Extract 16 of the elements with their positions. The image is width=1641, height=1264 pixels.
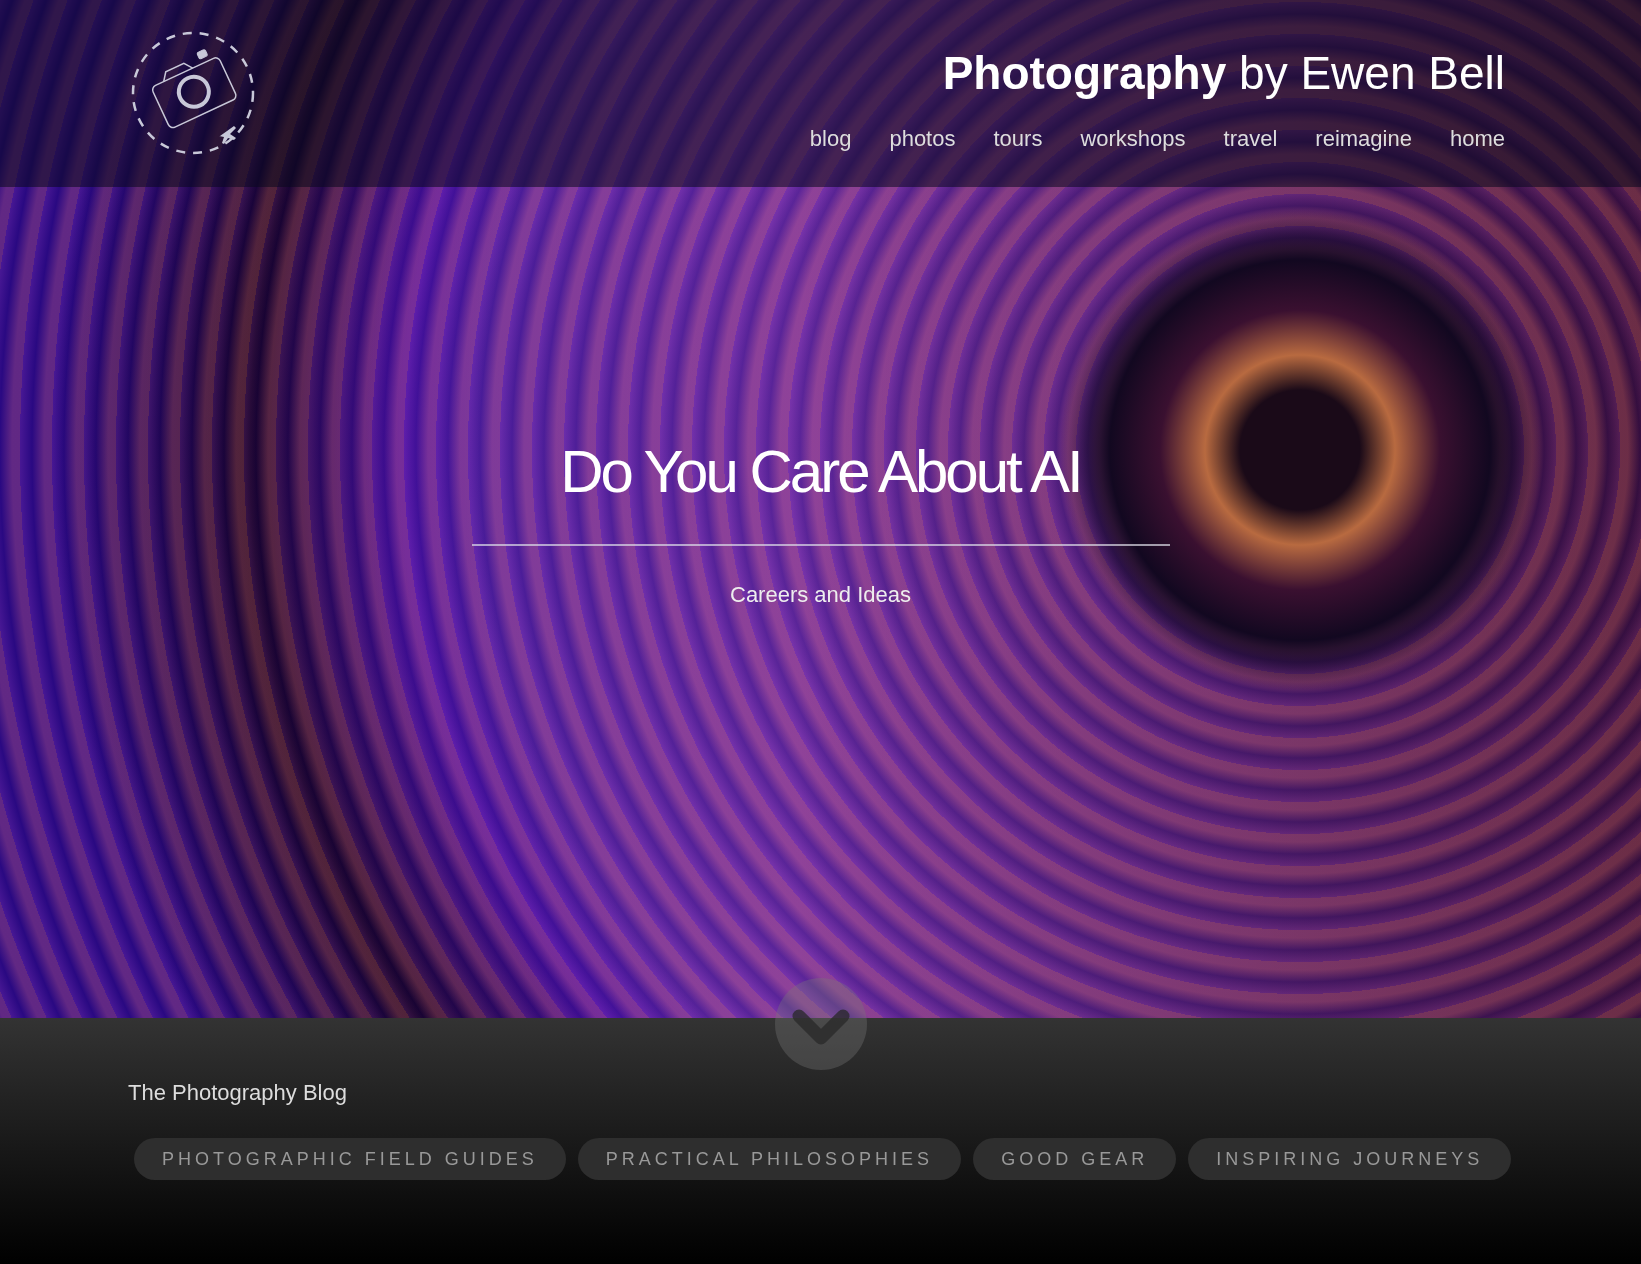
nav-link[interactable]: blog [809, 126, 852, 152]
nav-link[interactable]: tours [993, 126, 1043, 152]
post-title: Do You Care About AI [560, 437, 1081, 506]
category-button[interactable]: PRACTICAL PHILOSOPHIES [577, 1138, 962, 1180]
category-button[interactable]: PHOTOGRAPHIC FIELD GUIDES [134, 1138, 566, 1180]
nav-link[interactable]: workshops [1080, 126, 1186, 152]
nav-link[interactable]: reimagine [1315, 126, 1412, 152]
category-button[interactable]: INSPIRING JOURNEYS [1188, 1138, 1512, 1180]
nav-link[interactable]: travel [1223, 126, 1278, 152]
post-category: Careers and Ideas [730, 582, 911, 608]
site-title[interactable]: Photography by Ewen Bell [942, 46, 1505, 100]
scroll-down-icon[interactable] [775, 978, 867, 1070]
nav-link[interactable]: photos [889, 126, 956, 152]
section-heading: The Photography Blog [128, 1080, 348, 1106]
category-button[interactable]: GOOD GEAR [973, 1138, 1177, 1180]
nav-link[interactable]: home [1449, 126, 1505, 152]
